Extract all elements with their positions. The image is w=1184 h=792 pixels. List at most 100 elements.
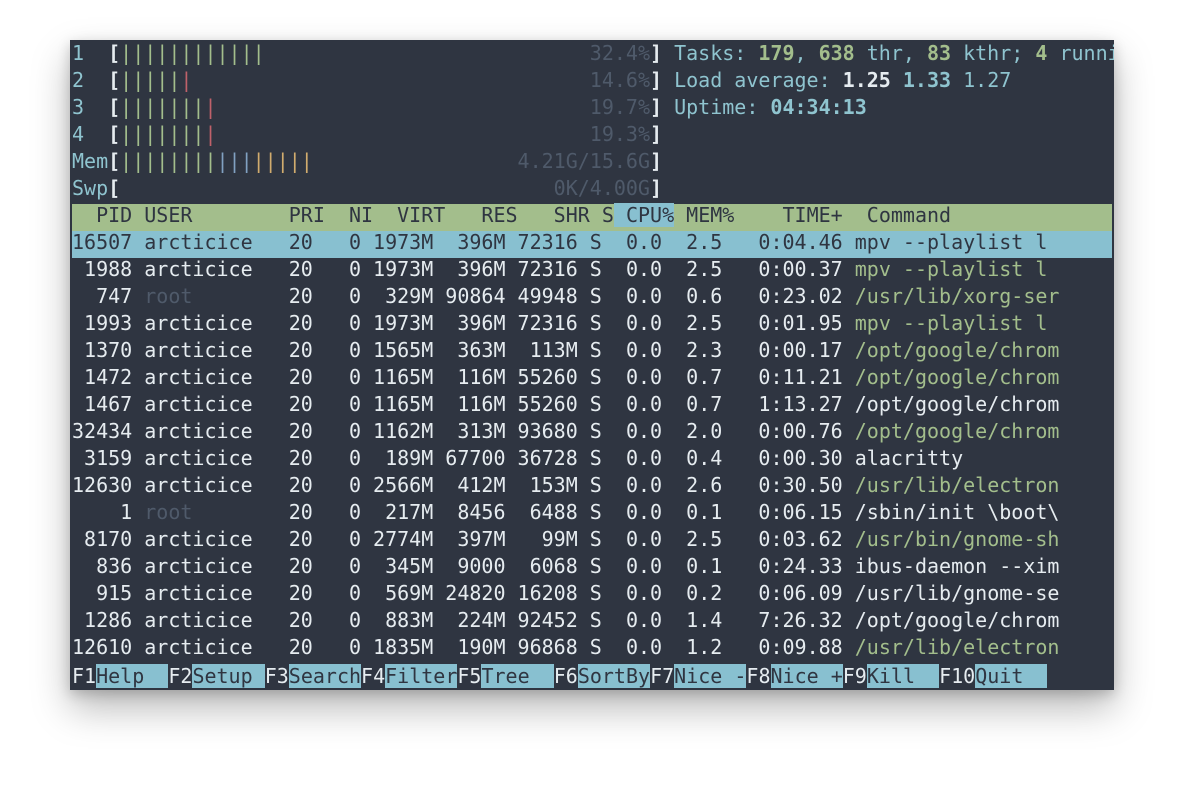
fkey-f6-button[interactable]: SortBy <box>577 664 651 688</box>
pid-cell: 32434 <box>72 419 145 443</box>
memory-meter: Mem[|||||||||||||||| 4.21G/15.6G] <box>72 148 1114 175</box>
state-cell: S <box>577 284 602 308</box>
pid-cell: 8170 <box>72 527 145 551</box>
column-header-command[interactable]: Command <box>855 203 951 227</box>
process-row[interactable]: 747 root 20 0 329M 90864 49948 S 0.0 0.6… <box>72 283 1114 310</box>
running-count: 4 <box>1035 41 1048 65</box>
res-cell: 8456 <box>433 500 506 524</box>
fkey-f9-button[interactable]: Kill <box>866 664 940 688</box>
column-header-time[interactable]: TIME+ <box>734 203 854 227</box>
swp-value: 0K/4.00G <box>120 176 650 200</box>
meter-bracket: [ <box>108 122 121 146</box>
ni-cell: 0 <box>312 392 362 416</box>
process-row[interactable]: 32434 arcticice 20 0 1162M 313M 93680 S … <box>72 418 1114 445</box>
pid-cell: 1988 <box>72 257 145 281</box>
load-15min: 1.27 <box>963 68 1012 92</box>
process-row[interactable]: 16507 arcticice 20 0 1973M 396M 72316 S … <box>72 229 1114 256</box>
fkey-f6: F6 <box>553 664 578 688</box>
mem-cell: 2.3 <box>662 338 723 362</box>
process-row[interactable]: 1472 arcticice 20 0 1165M 116M 55260 S 0… <box>72 364 1114 391</box>
process-row[interactable]: 1467 arcticice 20 0 1165M 116M 55260 S 0… <box>72 391 1114 418</box>
column-header-mem[interactable]: MEM% <box>674 203 734 227</box>
process-row[interactable]: 915 arcticice 20 0 569M 24820 16208 S 0.… <box>72 580 1114 607</box>
fkey-f8-button[interactable]: Nice + <box>770 664 843 688</box>
column-header-pid[interactable]: PID <box>72 203 132 227</box>
process-row[interactable]: 1993 arcticice 20 0 1973M 396M 72316 S 0… <box>72 310 1114 337</box>
tasks-label: Tasks: <box>674 41 759 65</box>
column-header-user[interactable]: USER <box>132 203 252 227</box>
time-cell: 0:09.88 <box>722 635 843 659</box>
state-cell: S <box>577 473 602 497</box>
state-cell: S <box>577 419 602 443</box>
fkey-f10-button[interactable]: Quit <box>975 664 1048 688</box>
fkey-f5-button[interactable]: Tree <box>481 664 554 688</box>
pri-cell: 20 <box>252 554 313 578</box>
meter-bracket: [ <box>108 149 121 173</box>
column-header-pri[interactable]: PRI <box>253 203 325 227</box>
fkey-f4-button[interactable]: Filter <box>385 664 458 688</box>
process-row[interactable]: 12630 arcticice 20 0 2566M 412M 153M S 0… <box>72 472 1114 499</box>
command-cell: /usr/lib/electron <box>842 473 1060 497</box>
mem-cell: 2.5 <box>662 230 723 254</box>
process-row[interactable]: 836 arcticice 20 0 345M 9000 6068 S 0.0 … <box>72 553 1114 580</box>
cpu-cell: 0.0 <box>601 419 663 443</box>
ni-cell: 0 <box>312 554 362 578</box>
cpu-bar-kernel: | <box>180 68 193 92</box>
virt-cell: 1165M <box>361 392 434 416</box>
process-row[interactable]: 1286 arcticice 20 0 883M 224M 92452 S 0.… <box>72 607 1114 634</box>
column-header-res[interactable]: RES <box>445 203 517 227</box>
fkey-f7-button[interactable]: Nice - <box>674 664 747 688</box>
user-cell: arcticice <box>144 311 253 335</box>
pri-cell: 20 <box>252 257 313 281</box>
cpu-meter-3: 3 [|||||||| 19.7%] Uptime: 04:34:13 <box>72 94 1114 121</box>
user-cell: arcticice <box>144 527 253 551</box>
column-header-shr[interactable]: SHR <box>518 203 590 227</box>
cpu-cell: 0.0 <box>601 500 663 524</box>
process-row[interactable]: 1 root 20 0 217M 8456 6488 S 0.0 0.1 0:0… <box>72 499 1114 526</box>
time-cell: 1:13.27 <box>722 392 843 416</box>
command-cell: /sbin/init \boot\ <box>842 500 1060 524</box>
mem-cell: 0.1 <box>662 500 723 524</box>
mem-cell: 2.0 <box>662 419 723 443</box>
fkey-f3-button[interactable]: Search <box>288 664 362 688</box>
column-header-state[interactable]: S <box>590 203 614 227</box>
time-cell: 0:06.15 <box>722 500 843 524</box>
shr-cell: 96868 <box>505 635 578 659</box>
fkey-f4: F4 <box>361 664 386 688</box>
pri-cell: 20 <box>252 284 313 308</box>
shr-cell: 55260 <box>505 392 578 416</box>
process-row[interactable]: 1988 arcticice 20 0 1973M 396M 72316 S 0… <box>72 256 1114 283</box>
fkey-f2-button[interactable]: Setup <box>192 664 265 688</box>
user-cell: arcticice <box>144 473 253 497</box>
column-header-cpu[interactable]: CPU% <box>613 203 675 227</box>
process-row[interactable]: 8170 arcticice 20 0 2774M 397M 99M S 0.0… <box>72 526 1114 553</box>
process-row[interactable]: 12610 arcticice 20 0 1835M 190M 96868 S … <box>72 634 1114 661</box>
command-cell: mpv --playlist l <box>842 257 1048 281</box>
ni-cell: 0 <box>312 419 362 443</box>
cpu-meter-4: 4 [|||||||| 19.3%] <box>72 121 1114 148</box>
sep: , <box>794 41 819 65</box>
cpu-label: 2 <box>72 68 109 92</box>
fkey-f1-button[interactable]: Help <box>96 664 169 688</box>
virt-cell: 1565M <box>361 338 434 362</box>
htop-terminal-window: 1 [|||||||||||| 32.4%] Tasks: 179, 638 t… <box>70 40 1114 690</box>
mem-bar-used: |||||||| <box>120 149 217 173</box>
state-cell: S <box>577 338 602 362</box>
command-cell: /usr/lib/gnome-se <box>842 581 1060 605</box>
tasks-count: 179 <box>758 41 795 65</box>
column-header-virt[interactable]: VIRT <box>373 203 445 227</box>
uptime-label: Uptime: <box>674 95 771 119</box>
user-cell: arcticice <box>144 554 253 578</box>
column-header-ni[interactable]: NI <box>325 203 373 227</box>
time-cell: 0:00.76 <box>722 419 843 443</box>
ni-cell: 0 <box>312 473 362 497</box>
res-cell: 313M <box>433 419 506 443</box>
cpu-cell: 0.0 <box>601 581 663 605</box>
virt-cell: 2774M <box>361 527 434 551</box>
process-row[interactable]: 3159 arcticice 20 0 189M 67700 36728 S 0… <box>72 445 1114 472</box>
mem-cell: 1.4 <box>662 608 723 632</box>
sep <box>951 68 963 92</box>
cpu-bar-normal: |||||||||||| <box>120 41 265 65</box>
process-row[interactable]: 1370 arcticice 20 0 1565M 363M 113M S 0.… <box>72 337 1114 364</box>
shr-cell: 6488 <box>505 500 578 524</box>
